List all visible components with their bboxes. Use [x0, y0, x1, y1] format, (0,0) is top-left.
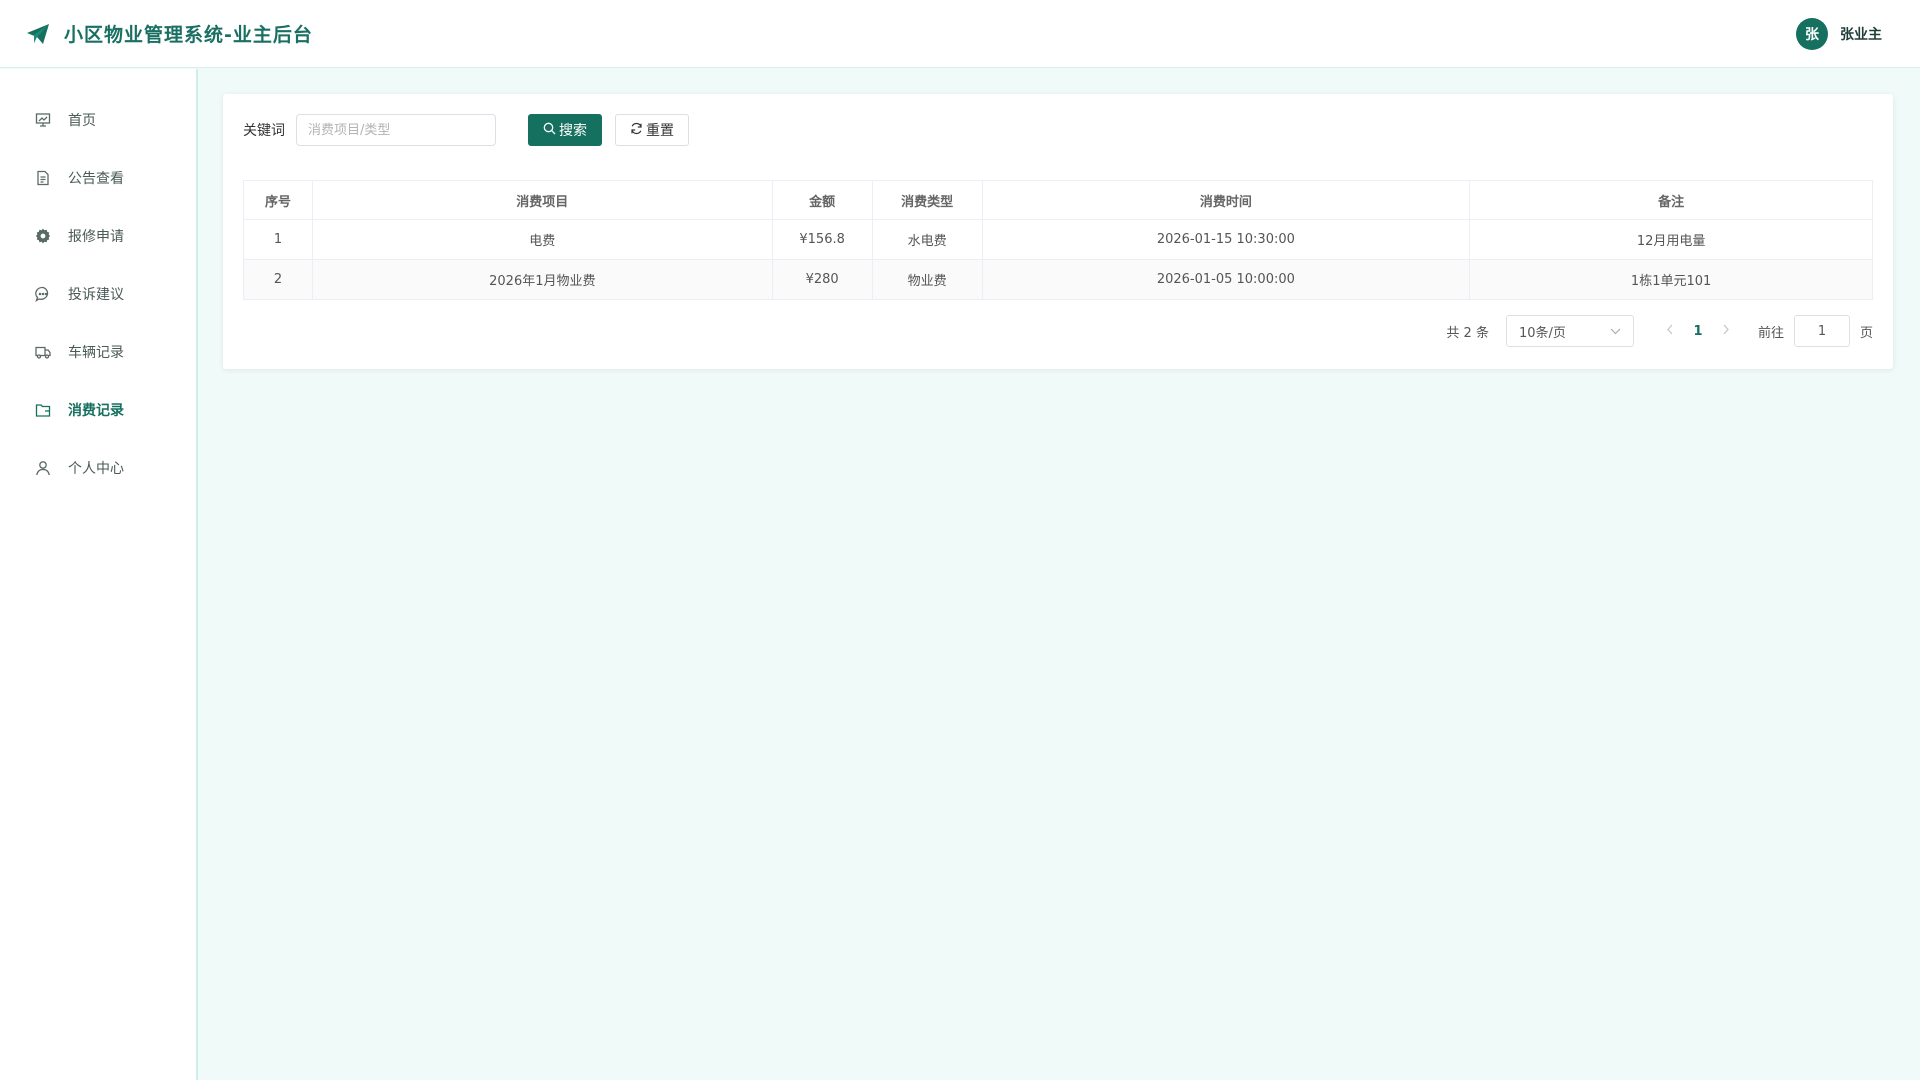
table-cell: 12月用电量	[1469, 219, 1873, 260]
chat-bubble-icon	[35, 286, 51, 302]
pagination: 共 2 条 10条/页 1 前往 页	[1446, 314, 1873, 348]
search-button[interactable]: 搜索	[528, 114, 602, 146]
search-icon	[543, 122, 556, 139]
reset-button-label: 重置	[646, 123, 674, 139]
gear-icon	[35, 228, 51, 244]
sidebar-item-label: 首页	[68, 113, 96, 129]
sidebar-item-label: 投诉建议	[68, 287, 124, 303]
app-title: 小区物业管理系统-业主后台	[64, 24, 313, 46]
table-header-row: 序号 消费项目 金额 消费类型 消费时间 备注	[243, 180, 1873, 220]
table-cell: ¥156.8	[771, 219, 873, 260]
user-name[interactable]: 张业主	[1840, 24, 1882, 44]
avatar[interactable]: 张	[1796, 17, 1828, 50]
chevron-left-icon	[1667, 324, 1673, 334]
next-page-button[interactable]	[1714, 324, 1738, 339]
search-button-label: 搜索	[559, 123, 587, 139]
page-size-value: 10条/页	[1518, 325, 1566, 341]
keyword-label: 关键词	[243, 123, 285, 139]
column-header: 金额	[771, 180, 873, 220]
column-header: 消费时间	[981, 180, 1471, 220]
sidebar: 首页 公告查看 报修申请 投诉建议 车辆记录 消费记录 个人中心	[0, 69, 198, 1080]
table-cell: ¥280	[771, 259, 873, 300]
table-cell: 2026年1月物业费	[311, 259, 773, 300]
search-bar: 关键词 搜索 重置	[243, 114, 1873, 146]
column-header: 备注	[1469, 180, 1873, 220]
sidebar-item-vehicles[interactable]: 车辆记录	[0, 323, 196, 381]
sidebar-item-home[interactable]: 首页	[0, 91, 196, 149]
table-cell: 物业费	[871, 259, 983, 300]
top-header: 小区物业管理系统-业主后台 张 张业主	[0, 0, 1920, 68]
wallet-icon	[35, 402, 51, 418]
table-cell: 2026-01-15 10:30:00	[981, 219, 1471, 260]
sidebar-item-label: 公告查看	[68, 171, 124, 187]
table-row[interactable]: 2 2026年1月物业费 ¥280 物业费 2026-01-05 10:00:0…	[243, 259, 1873, 300]
chevron-down-icon	[1610, 324, 1621, 339]
table-cell: 水电费	[871, 219, 983, 260]
user-icon	[35, 460, 51, 476]
page-number[interactable]: 1	[1682, 324, 1714, 339]
table-cell: 1	[243, 219, 313, 260]
column-header: 消费项目	[311, 180, 773, 220]
sidebar-item-complaints[interactable]: 投诉建议	[0, 265, 196, 323]
main-content: 关键词 搜索 重置	[198, 69, 1920, 1080]
consumption-table: 序号 消费项目 金额 消费类型 消费时间 备注 1 电费 ¥156.8 水电费 …	[243, 180, 1873, 300]
table-cell: 1栋1单元101	[1469, 259, 1873, 300]
paper-plane-icon	[26, 23, 50, 45]
sidebar-item-profile[interactable]: 个人中心	[0, 439, 196, 497]
sidebar-item-label: 消费记录	[68, 403, 124, 419]
records-card: 关键词 搜索 重置	[223, 94, 1893, 369]
column-header: 序号	[243, 180, 313, 220]
user-menu[interactable]: 张 张业主	[1796, 17, 1882, 50]
goto-page-input[interactable]	[1793, 315, 1850, 347]
chevron-right-icon	[1723, 324, 1729, 334]
truck-icon	[35, 344, 51, 360]
page-size-select[interactable]: 10条/页	[1505, 315, 1634, 347]
prev-page-button[interactable]	[1658, 324, 1682, 339]
sidebar-item-label: 报修申请	[68, 229, 124, 245]
sidebar-item-repair[interactable]: 报修申请	[0, 207, 196, 265]
document-icon	[35, 170, 51, 186]
sidebar-item-label: 个人中心	[68, 461, 124, 477]
page-suffix: 页	[1859, 325, 1873, 341]
sidebar-item-consumption[interactable]: 消费记录	[0, 381, 196, 439]
column-header: 消费类型	[871, 180, 983, 220]
brand: 小区物业管理系统-业主后台	[26, 20, 313, 47]
sidebar-item-announcements[interactable]: 公告查看	[0, 149, 196, 207]
table-row[interactable]: 1 电费 ¥156.8 水电费 2026-01-15 10:30:00 12月用…	[243, 219, 1873, 260]
reset-button[interactable]: 重置	[615, 114, 689, 146]
table-cell: 2026-01-05 10:00:00	[981, 259, 1471, 300]
presentation-chart-icon	[35, 112, 51, 128]
table-cell: 电费	[311, 219, 773, 260]
keyword-input[interactable]	[296, 114, 496, 146]
total-count: 共 2 条	[1446, 325, 1489, 341]
goto-label: 前往	[1757, 325, 1784, 341]
sidebar-item-label: 车辆记录	[68, 345, 124, 361]
table-cell: 2	[243, 259, 313, 300]
refresh-icon	[630, 122, 643, 139]
